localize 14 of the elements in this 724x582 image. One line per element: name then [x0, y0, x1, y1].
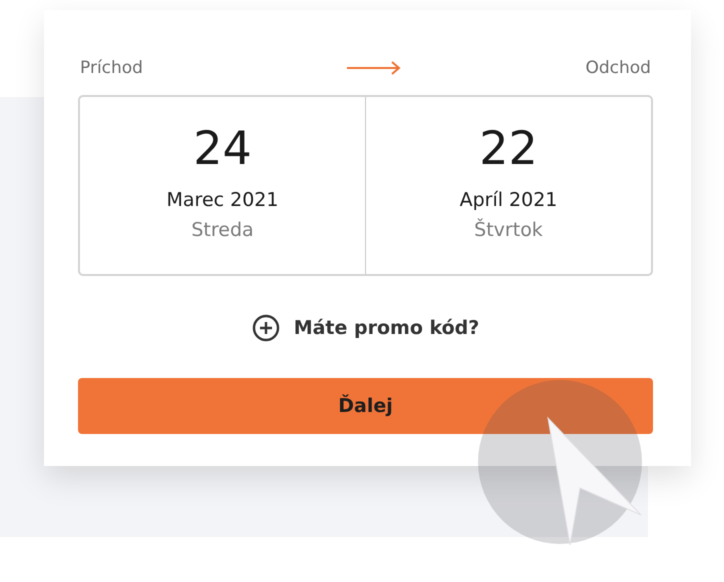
plus-icon — [252, 314, 280, 342]
departure-label: Odchod — [585, 58, 651, 78]
day-number: 24 — [193, 121, 252, 175]
promo-code-link[interactable]: Máte promo kód? — [252, 314, 480, 342]
next-button[interactable]: Ďalej — [78, 378, 653, 434]
date-picker[interactable]: 22 Apríl 2021 Štvrtok — [365, 97, 651, 274]
day-number: 22 — [479, 121, 538, 175]
arrival-label: Príchod — [80, 58, 143, 78]
weekday: Štvrtok — [474, 219, 543, 241]
arrow-icon — [346, 60, 402, 76]
date-picker[interactable]: 24 Marec 2021 Streda — [80, 97, 365, 274]
month-year: Marec 2021 — [166, 189, 278, 211]
month-year: Apríl 2021 — [460, 189, 558, 211]
weekday: Streda — [191, 219, 254, 241]
